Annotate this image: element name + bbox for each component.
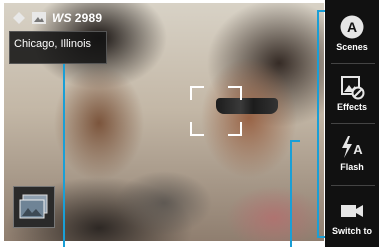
focus-bracket	[190, 86, 242, 136]
scenes-button[interactable]: A Scenes	[325, 6, 379, 62]
control-divider	[331, 185, 375, 186]
flash-button[interactable]: A Flash	[325, 126, 379, 182]
camera-screen: WS 2989 Chicago, Illinois A Scenes Effec…	[0, 0, 379, 247]
callout-line-location	[63, 64, 65, 247]
callout-cap-thumbnail	[290, 140, 300, 142]
switch-to-label: Switch to	[332, 226, 372, 236]
size-prefix: WS	[52, 11, 72, 25]
svg-text:A: A	[353, 142, 363, 157]
location-label: Chicago, Illinois	[9, 31, 107, 64]
picture-icon	[32, 12, 46, 24]
remaining-count: 2989	[74, 11, 103, 25]
effects-button[interactable]: Effects	[325, 66, 379, 122]
gallery-icon	[19, 194, 48, 219]
callout-bracket-controls	[317, 10, 319, 238]
status-indicators: WS 2989	[12, 8, 102, 28]
effects-label: Effects	[336, 102, 367, 112]
control-divider	[331, 63, 375, 64]
camera-control-bar: A Scenes Effects A Flash Switch to	[325, 0, 379, 247]
switch-to-video-button[interactable]: Switch to	[325, 190, 379, 246]
gallery-thumbnail-button[interactable]	[13, 186, 55, 228]
tag-icon	[12, 11, 26, 25]
callout-bracket-top	[317, 10, 325, 12]
callout-bracket-bottom	[317, 236, 325, 238]
control-divider	[331, 123, 375, 124]
scenes-a-icon: A	[340, 15, 364, 39]
video-camera-icon	[341, 205, 363, 217]
svg-text:A: A	[347, 19, 357, 35]
location-text: Chicago, Illinois	[14, 38, 92, 50]
picture-size-indicator: WS 2989	[52, 11, 102, 25]
callout-line-thumbnail	[290, 141, 292, 247]
flash-label: Flash	[340, 162, 364, 172]
flash-auto-icon: A	[342, 136, 363, 158]
effects-icon	[341, 76, 365, 100]
scenes-label: Scenes	[336, 42, 368, 52]
